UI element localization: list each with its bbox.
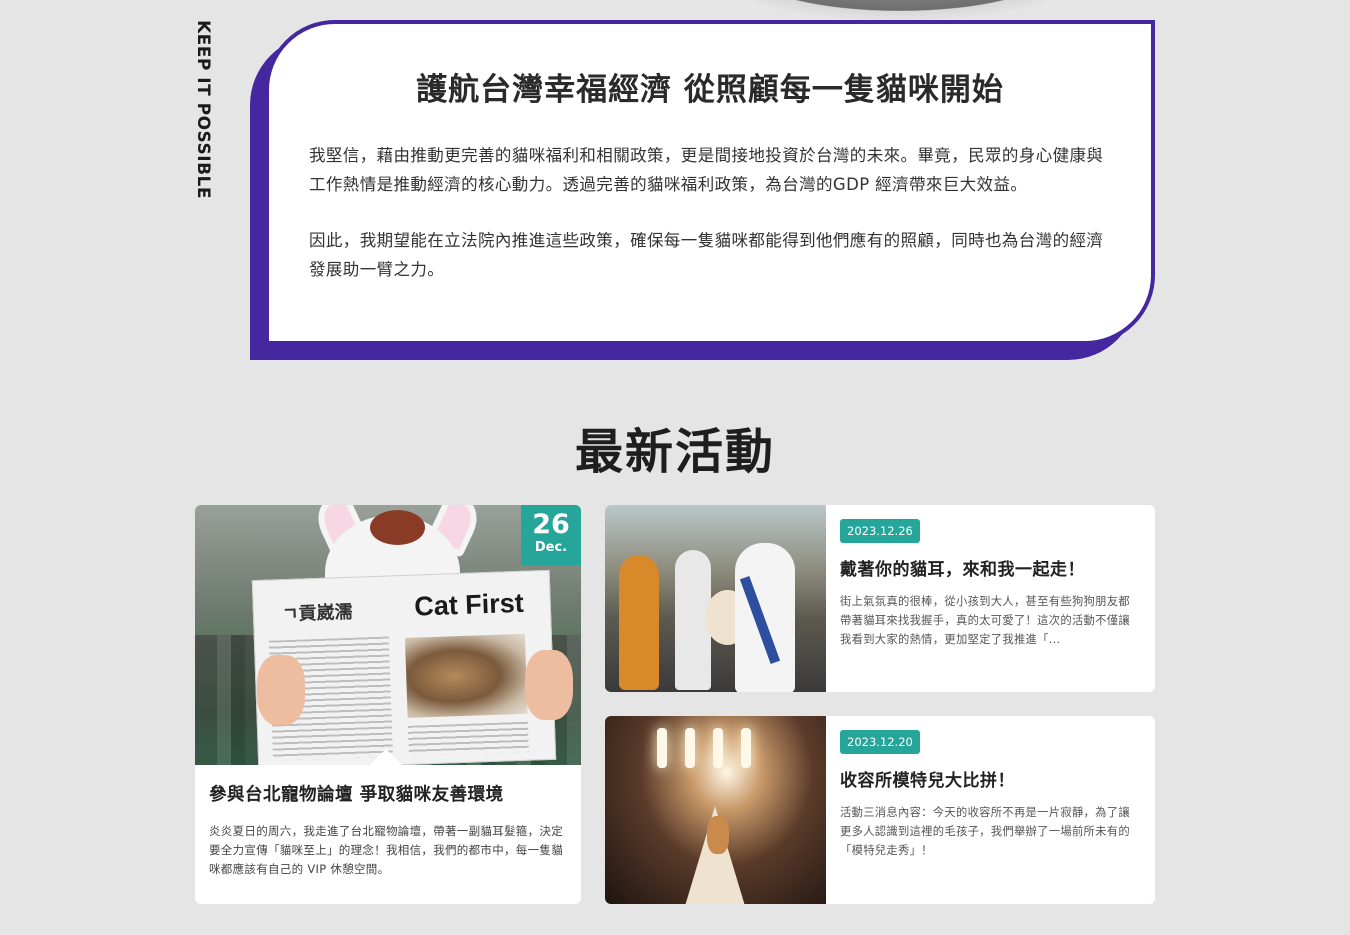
news-date-tag: 2023.12.20 <box>840 730 920 754</box>
image-spotlight <box>685 728 695 768</box>
featured-news-image[interactable]: ㄱ貢崴濡 Cat First 26 Dec. <box>195 505 581 765</box>
newspaper-cat-photo <box>404 633 528 718</box>
news-card-body: 2023.12.20 收容所模特兒大比拼！ 活動三消息內容：今天的收容所不再是一… <box>826 716 1155 904</box>
image-notch <box>370 749 402 765</box>
hero-photo-fragment <box>705 0 1095 22</box>
image-hair <box>370 510 425 545</box>
image-hand-right <box>525 650 573 720</box>
news-card-image[interactable] <box>605 505 826 692</box>
vertical-slogan: KEEP IT POSSIBLE <box>193 20 213 199</box>
image-figure <box>619 555 659 690</box>
mission-title: 護航台灣幸福經濟 從照顧每一隻貓咪開始 <box>416 72 1004 108</box>
image-spotlight <box>713 728 723 768</box>
newspaper-masthead: ㄱ貢崴濡 <box>281 601 353 626</box>
featured-news-card[interactable]: ㄱ貢崴濡 Cat First 26 Dec. 參與台北寵物論壇 爭取貓咪友善環境… <box>195 505 581 904</box>
featured-news-excerpt: 炎炎夏日的周六，我走進了台北寵物論壇，帶著一副貓耳髮箍，決定要全力宣傳「貓咪至上… <box>209 824 563 876</box>
news-card-title[interactable]: 戴著你的貓耳，來和我一起走！ <box>840 555 1141 580</box>
news-card[interactable]: 2023.12.26 戴著你的貓耳，來和我一起走！ 街上氣氛真的很棒，從小孩到大… <box>605 505 1155 692</box>
news-date-tag: 2023.12.26 <box>840 519 920 543</box>
image-figure <box>735 543 795 692</box>
featured-news-body: 參與台北寵物論壇 爭取貓咪友善環境 炎炎夏日的周六，我走進了台北寵物論壇，帶著一… <box>195 765 581 879</box>
news-card-excerpt: 街上氣氛真的很棒，從小孩到大人，甚至有些狗狗朋友都帶著貓耳來找我握手，真的太可愛… <box>840 595 1130 646</box>
news-card-image[interactable] <box>605 716 826 904</box>
news-card-body: 2023.12.26 戴著你的貓耳，來和我一起走！ 街上氣氛真的很棒，從小孩到大… <box>826 505 1155 692</box>
news-card-title[interactable]: 收容所模特兒大比拼！ <box>840 766 1141 791</box>
news-card[interactable]: 2023.12.20 收容所模特兒大比拼！ 活動三消息內容：今天的收容所不再是一… <box>605 716 1155 904</box>
image-cat <box>707 816 729 854</box>
news-card-excerpt: 活動三消息內容：今天的收容所不再是一片寂靜，為了讓更多人認識到這裡的毛孩子，我們… <box>840 806 1130 857</box>
image-hand-left <box>257 655 305 725</box>
date-badge-day: 26 <box>532 509 570 540</box>
image-spotlight <box>657 728 667 768</box>
newspaper-text-lines <box>407 721 529 756</box>
featured-date-badge: 26 Dec. <box>521 505 581 565</box>
date-badge-month: Dec. <box>534 540 568 555</box>
mission-paragraph-2: 因此，我期望能在立法院內推進這些政策，確保每一隻貓咪都能得到他們應有的照顧，同時… <box>309 231 1104 279</box>
news-section-title: 最新活動 <box>574 424 775 480</box>
featured-news-title[interactable]: 參與台北寵物論壇 爭取貓咪友善環境 <box>209 781 567 806</box>
newspaper-title: Cat First <box>413 587 525 622</box>
image-spotlight <box>741 728 751 768</box>
mission-paragraph-1: 我堅信，藉由推動更完善的貓咪福利和相關政策，更是間接地投資於台灣的未來。畢竟，民… <box>309 146 1104 194</box>
mission-card: 護航台灣幸福經濟 從照顧每一隻貓咪開始 我堅信，藉由推動更完善的貓咪福利和相關政… <box>265 20 1155 345</box>
